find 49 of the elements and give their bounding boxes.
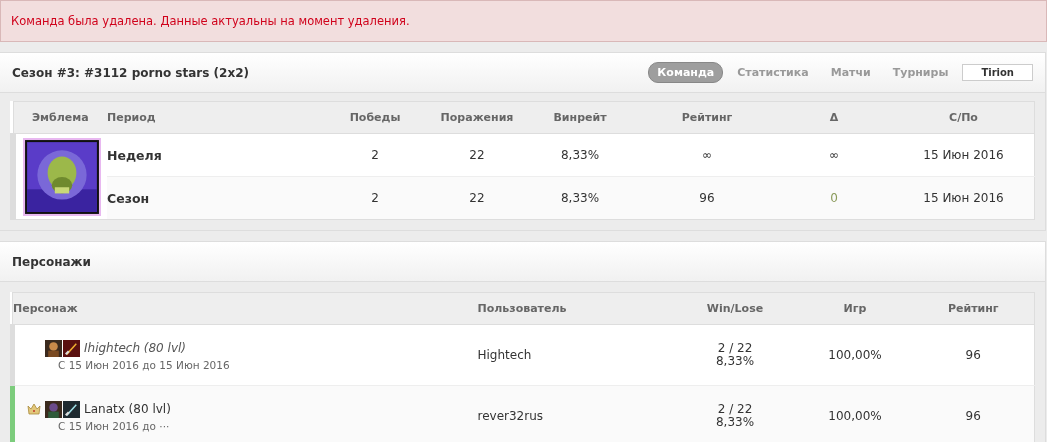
column-header: Пользователь [477,302,567,315]
season-title: Сезон #3: #3112 porno stars (2x2) [12,65,249,80]
wins-value: 2 [371,191,379,205]
sword-icon [63,400,80,418]
column-header: Игр [843,302,867,315]
games-value: 100,00% [828,348,882,362]
rating-value: 96 [965,348,981,362]
rating-value: 96 [699,191,715,205]
character-name[interactable]: Ihightech (80 lvl) [84,341,187,355]
column-header: Δ [829,111,839,124]
period-label: Неделя [107,147,162,163]
realm-selector[interactable]: Tirion [962,64,1033,81]
alert-message: Команда была удалена. Данные актуальны на момент удаления. [11,14,410,28]
characters-title: Персонажи [12,254,91,269]
column-header: Поражения [440,111,514,124]
win-lose-value: 2 / 22 [716,342,754,355]
membership-period: С 15 Июн 2016 до ··· [58,419,171,432]
character-name[interactable]: Lanatx (80 lvl) [84,402,171,416]
games-value: 100,00% [828,409,882,423]
rating-value: 96 [965,409,981,423]
winrate-value: 8,33% [714,416,756,429]
wins-value: 2 [371,148,379,162]
winrate-value: 8,33% [560,191,600,205]
period-label: Сезон [107,190,150,206]
winrate-value: 8,33% [714,355,756,368]
delta-value: ∞ [829,148,839,162]
column-header: С/По [949,111,978,124]
delta-value: 0 [830,191,838,205]
user-name[interactable]: rever32rus [477,409,544,423]
figure-icon [45,400,62,418]
column-header: Период [107,111,156,124]
losses-value: 22 [469,148,485,162]
column-header: Рейтинг [947,302,999,315]
winrate-value: 8,33% [560,148,600,162]
date-value: 15 Июн 2016 [923,191,1004,205]
rating-value: ∞ [702,148,712,162]
column-header: Победы [349,111,401,124]
column-header: Персонаж [13,302,78,315]
date-value: 15 Июн 2016 [923,148,1004,162]
losses-value: 22 [469,191,485,205]
sword-icon [63,339,80,357]
win-lose-value: 2 / 22 [716,403,754,416]
membership-period: С 15 Июн 2016 до 15 Июн 2016 [58,358,231,371]
column-header: Винрейт [553,111,607,124]
figure-icon [45,339,62,357]
column-header: Эмблема [31,111,89,124]
column-header: Win/Lose [706,302,764,315]
column-header: Рейтинг [681,111,733,124]
user-name[interactable]: Hightech [477,348,532,362]
